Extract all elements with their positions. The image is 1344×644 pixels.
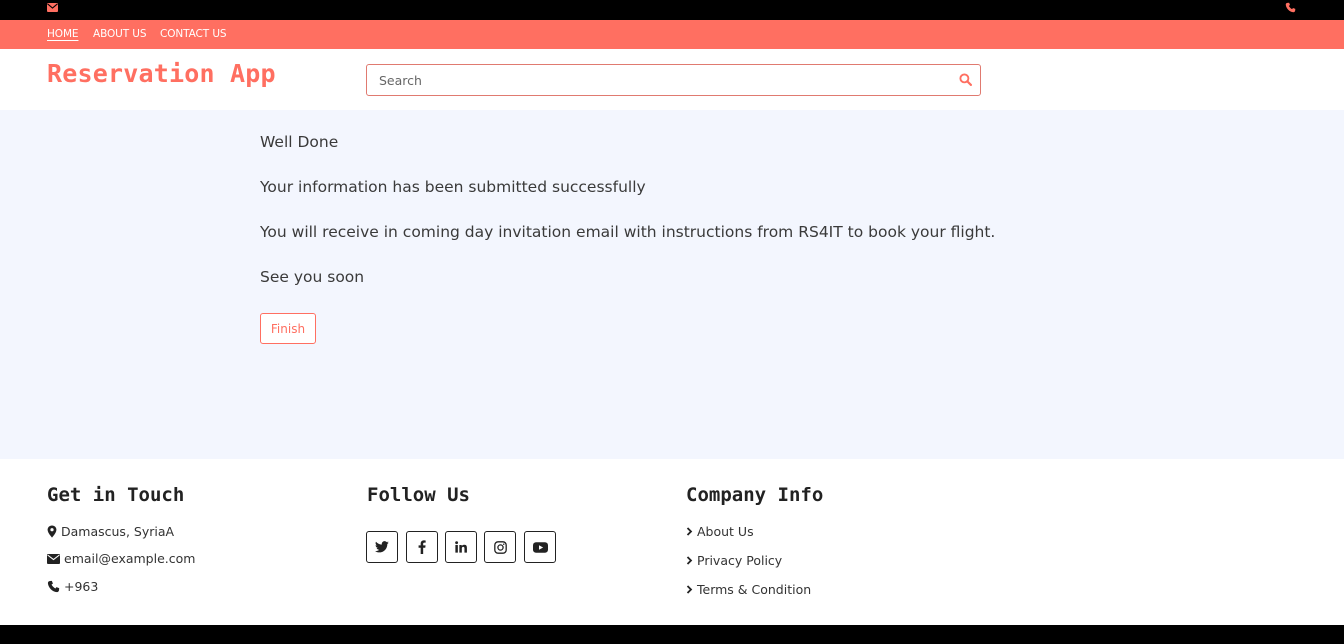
nav-home-link[interactable]: HOME: [47, 20, 79, 49]
confirmation-instructions: You will receive in coming day invitatio…: [260, 223, 996, 241]
footer: Get in Touch Damascus, SyriaA email@exam…: [0, 459, 1344, 625]
phone-icon[interactable]: [1285, 2, 1296, 13]
search-input[interactable]: [367, 65, 947, 95]
instagram-button[interactable]: [484, 531, 516, 563]
footer-link-privacy-label[interactable]: Privacy Policy: [697, 553, 782, 568]
linkedin-icon: [455, 541, 467, 553]
facebook-icon: [418, 540, 426, 554]
phone-icon: [47, 580, 60, 593]
follow-us-heading: Follow Us: [367, 484, 470, 506]
chevron-right-icon: [686, 556, 693, 565]
facebook-button[interactable]: [406, 531, 438, 563]
chevron-right-icon: [686, 585, 693, 594]
envelope-icon: [47, 553, 60, 564]
main-nav: HOME ABOUT US CONTACT US: [0, 20, 1344, 49]
footer-link-terms[interactable]: Terms & Condition: [686, 582, 811, 597]
confirmation-heading: Well Done: [260, 133, 339, 151]
nav-contact-link[interactable]: CONTACT US: [160, 20, 227, 49]
linkedin-button[interactable]: [445, 531, 477, 563]
email-row: email@example.com: [47, 551, 195, 566]
email-text[interactable]: email@example.com: [64, 551, 195, 566]
search-box: [366, 64, 981, 96]
chevron-right-icon: [686, 527, 693, 536]
address-row: Damascus, SyriaA: [47, 524, 174, 539]
confirmation-message: Your information has been submitted succ…: [260, 178, 646, 196]
get-in-touch-heading: Get in Touch: [47, 484, 185, 506]
top-bar: [0, 0, 1344, 20]
envelope-icon[interactable]: [47, 3, 58, 12]
phone-row: +963: [47, 579, 98, 594]
twitter-button[interactable]: [366, 531, 398, 563]
search-icon[interactable]: [959, 73, 972, 86]
youtube-button[interactable]: [524, 531, 556, 563]
twitter-icon: [375, 541, 389, 553]
footer-link-about-label[interactable]: About Us: [697, 524, 754, 539]
bottom-bar: [0, 625, 1344, 644]
nav-about-link[interactable]: ABOUT US: [93, 20, 147, 49]
finish-button[interactable]: Finish: [260, 313, 316, 344]
youtube-icon: [532, 541, 548, 553]
footer-link-privacy[interactable]: Privacy Policy: [686, 553, 782, 568]
phone-text[interactable]: +963: [64, 579, 98, 594]
map-marker-icon: [47, 525, 57, 538]
address-text: Damascus, SyriaA: [61, 524, 175, 539]
confirmation-closing: See you soon: [260, 268, 365, 286]
company-info-heading: Company Info: [686, 484, 824, 506]
brand-logo[interactable]: Reservation App: [47, 59, 276, 88]
instagram-icon: [493, 540, 507, 554]
footer-link-about[interactable]: About Us: [686, 524, 754, 539]
footer-link-terms-label[interactable]: Terms & Condition: [697, 582, 811, 597]
header: Reservation App: [0, 49, 1344, 110]
confirmation-panel: Well Done Your information has been subm…: [0, 110, 1344, 459]
